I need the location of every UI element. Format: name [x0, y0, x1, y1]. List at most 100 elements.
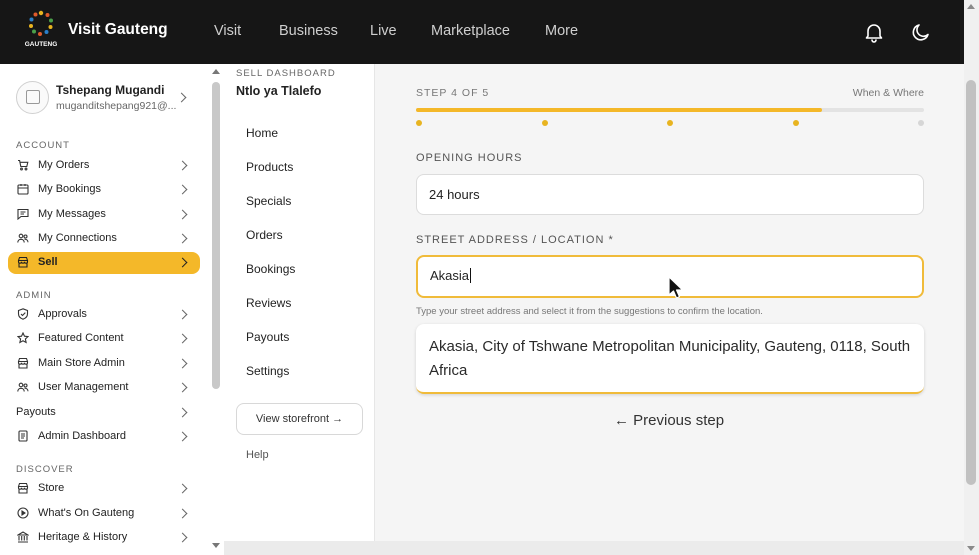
nav-visit[interactable]: Visit [214, 23, 241, 39]
chevron-right-icon [177, 160, 188, 171]
people-icon [17, 233, 29, 243]
opening-hours-input[interactable]: 24 hours [416, 174, 924, 215]
calendar-icon [17, 184, 29, 195]
message-icon [17, 208, 29, 220]
nav-more[interactable]: More [545, 23, 578, 39]
sell-nav-products[interactable]: Products [246, 160, 293, 174]
chevron-right-icon [177, 382, 188, 393]
step-progress-bar [416, 108, 924, 112]
sidebar-scrollbar[interactable] [209, 64, 224, 555]
window-scrollbar[interactable] [964, 0, 979, 555]
sidebar-item-user-management[interactable]: User Management [8, 377, 200, 399]
chevron-right-icon [177, 358, 188, 369]
address-hint: Type your street address and select it f… [416, 306, 763, 317]
nav-business[interactable]: Business [279, 23, 338, 39]
step-title: When & Where [852, 87, 924, 99]
mouse-pointer-icon [668, 276, 684, 299]
address-value: Akasia [430, 268, 470, 283]
chevron-right-icon [177, 407, 188, 418]
sidebar-item-heritage-history[interactable]: Heritage & History [8, 527, 200, 549]
sidebar-item-admin-dashboard[interactable]: Admin Dashboard [8, 426, 200, 448]
scrollbar-thumb[interactable] [966, 80, 976, 485]
chevron-right-icon [176, 92, 187, 103]
sell-nav-bookings[interactable]: Bookings [246, 262, 295, 276]
sidebar-item-label: My Orders [38, 159, 90, 171]
previous-step-button[interactable]: ← Previous step [614, 412, 724, 429]
text-caret [470, 268, 472, 283]
document-icon [18, 430, 28, 442]
sidebar-item-label: Payouts [16, 406, 56, 418]
profile-card[interactable]: Tshepang Mugandi muganditshepang921@... [16, 81, 196, 117]
sell-nav-orders[interactable]: Orders [246, 228, 283, 242]
svg-text:GAUTENG: GAUTENG [25, 41, 58, 48]
sidebar-item-my-orders[interactable]: My Orders [8, 155, 200, 177]
nav-marketplace[interactable]: Marketplace [431, 23, 510, 39]
brand-name[interactable]: Visit Gauteng [68, 21, 168, 39]
bell-icon[interactable] [862, 20, 886, 44]
chevron-right-icon [177, 431, 188, 442]
chevron-right-icon [177, 532, 188, 543]
content-footer-strip [224, 541, 964, 555]
sidebar-item-sell[interactable]: Sell [8, 252, 200, 274]
sell-nav-settings[interactable]: Settings [246, 364, 289, 378]
sidebar-item-my-messages[interactable]: My Messages [8, 204, 200, 226]
sidebar-item-label: Admin Dashboard [38, 430, 127, 442]
sidebar-item-label: My Bookings [38, 183, 101, 195]
profile-email: muganditshepang921@... [56, 100, 177, 112]
sidebar-item-my-bookings[interactable]: My Bookings [8, 179, 200, 201]
cart-icon [18, 159, 29, 171]
scroll-down-icon[interactable] [212, 543, 220, 548]
chevron-right-icon [177, 309, 188, 320]
sell-dashboard-nav: SELL DASHBOARD Ntlo ya Tlalefo Home Prod… [224, 64, 375, 555]
store-icon [17, 482, 29, 494]
account-sidebar: Tshepang Mugandi muganditshepang921@... … [0, 64, 209, 555]
scrollbar-thumb[interactable] [212, 82, 220, 389]
sidebar-item-approvals[interactable]: Approvals [8, 304, 200, 326]
opening-hours-value: 24 hours [429, 187, 480, 202]
chevron-right-icon [177, 333, 188, 344]
chevron-right-icon [177, 257, 188, 268]
sidebar-item-store[interactable]: Store [8, 478, 200, 500]
scroll-up-icon[interactable] [967, 4, 975, 9]
scroll-down-icon[interactable] [967, 546, 975, 551]
chevron-right-icon [177, 209, 188, 220]
view-storefront-button[interactable]: View storefront → [236, 403, 363, 435]
chevron-right-icon [177, 483, 188, 494]
sell-nav-specials[interactable]: Specials [246, 194, 291, 208]
scroll-up-icon[interactable] [212, 69, 220, 74]
step-dot [542, 120, 548, 126]
sidebar-item-main-store-admin[interactable]: Main Store Admin [8, 353, 200, 375]
opening-hours-label: OPENING HOURS [416, 152, 523, 164]
shield-check-icon [17, 308, 29, 320]
sell-nav-home[interactable]: Home [246, 126, 278, 140]
play-circle-icon [17, 507, 29, 519]
section-title-admin: ADMIN [16, 290, 52, 301]
sidebar-item-label: Sell [38, 256, 58, 268]
step-dot [667, 120, 673, 126]
sidebar-item-featured-content[interactable]: Featured Content [8, 328, 200, 350]
sidebar-item-label: Approvals [38, 308, 87, 320]
step-dot [793, 120, 799, 126]
gauteng-logo[interactable]: GAUTENG [22, 8, 60, 54]
profile-name: Tshepang Mugandi [56, 83, 165, 97]
moon-icon[interactable] [909, 20, 933, 44]
sidebar-item-label: What's On Gauteng [38, 507, 135, 519]
sidebar-item-label: My Connections [38, 232, 117, 244]
section-title-account: ACCOUNT [16, 140, 70, 151]
sidebar-item-label: Heritage & History [38, 531, 128, 543]
sell-nav-reviews[interactable]: Reviews [246, 296, 291, 310]
nav-live[interactable]: Live [370, 23, 397, 39]
store-icon [17, 357, 29, 369]
sidebar-item-my-connections[interactable]: My Connections [8, 228, 200, 250]
sidebar-item-whats-on-gauteng[interactable]: What's On Gauteng [8, 503, 200, 525]
sell-nav-payouts[interactable]: Payouts [246, 330, 289, 344]
avatar [16, 81, 49, 114]
help-link[interactable]: Help [246, 449, 269, 461]
people-icon [17, 382, 29, 392]
section-title-discover: DISCOVER [16, 464, 74, 475]
sidebar-item-payouts[interactable]: Payouts [8, 402, 200, 424]
sidebar-item-label: My Messages [38, 208, 106, 220]
progress-fill [416, 108, 823, 112]
address-suggestion[interactable]: Akasia, City of Tshwane Metropolitan Mun… [416, 324, 924, 394]
store-name: Ntlo ya Tlalefo [236, 84, 322, 98]
